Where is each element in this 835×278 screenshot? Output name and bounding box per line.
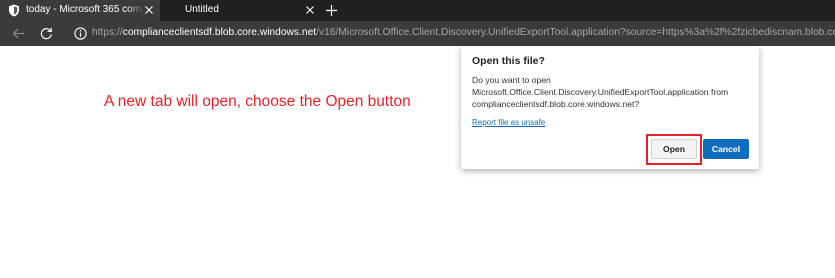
tab-untitled[interactable]: Untitled <box>160 0 318 21</box>
info-icon[interactable] <box>72 26 88 41</box>
tab-title: today - Microsoft 365 compliance <box>26 4 144 15</box>
open-file-dialog: Open this file? Do you want to open Micr… <box>461 46 759 169</box>
dialog-body: Do you want to open Microsoft.Office.Cli… <box>472 74 752 111</box>
refresh-icon[interactable] <box>38 26 54 41</box>
dialog-title: Open this file? <box>472 55 545 67</box>
tab-strip: today - Microsoft 365 compliance Untitle… <box>0 0 835 21</box>
url-protocol: https:// <box>92 27 123 38</box>
close-icon[interactable] <box>303 3 317 17</box>
instruction-text: A new tab will open, choose the Open but… <box>104 93 411 110</box>
address-toolbar: https://complianceclientsdf.blob.core.wi… <box>0 21 835 46</box>
dialog-body-line: Microsoft.Office.Client.Discovery.Unifie… <box>472 87 729 98</box>
dialog-body-line: Do you want to open <box>472 75 551 85</box>
shield-favicon-icon <box>8 4 20 17</box>
plus-icon[interactable] <box>324 3 338 17</box>
cancel-button[interactable]: Cancel <box>703 139 749 159</box>
tab-compliance[interactable]: today - Microsoft 365 compliance <box>0 0 160 21</box>
dialog-body-line: complianceclientsdf.blob.core.windows.ne… <box>472 99 640 110</box>
back-arrow-icon[interactable] <box>10 26 26 41</box>
tab-title: Untitled <box>185 4 219 15</box>
report-unsafe-link[interactable]: Report file as unsafe <box>472 118 545 127</box>
open-button[interactable]: Open <box>651 139 697 159</box>
close-icon[interactable] <box>142 3 156 17</box>
url-host: complianceclientsdf.blob.core.windows.ne… <box>122 27 317 38</box>
address-bar-url[interactable]: https://complianceclientsdf.blob.core.wi… <box>92 27 835 38</box>
url-path: /v16/Microsoft.Office.Client.Discovery.U… <box>316 27 835 38</box>
